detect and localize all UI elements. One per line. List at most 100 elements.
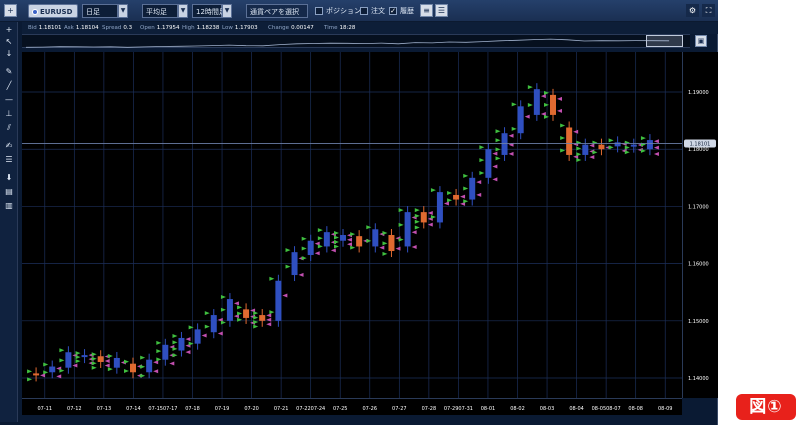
candle: [598, 144, 605, 150]
symbol-selector[interactable]: EURUSD: [28, 4, 78, 18]
sell-marker: [540, 94, 546, 99]
buy-marker: [75, 355, 81, 360]
chevron-down-icon[interactable]: ▼: [222, 4, 232, 18]
order-checkbox[interactable]: [360, 7, 368, 15]
candle: [356, 236, 363, 247]
buy-marker: [576, 146, 582, 151]
x-tick-label: 07-21: [274, 406, 289, 412]
buy-marker: [382, 231, 388, 236]
buy-marker: [59, 348, 65, 353]
navigator-window-handle[interactable]: [646, 35, 683, 47]
buy-marker: [253, 315, 259, 320]
candle: [146, 359, 153, 373]
buy-marker: [350, 245, 356, 250]
buy-marker: [285, 264, 291, 269]
sell-marker: [573, 129, 579, 134]
chart-svg: [22, 52, 682, 398]
buy-marker: [172, 333, 178, 338]
position-checkbox[interactable]: [315, 7, 323, 15]
buy-marker: [140, 355, 146, 360]
sell-marker: [653, 152, 659, 157]
hline-icon[interactable]: —: [2, 94, 16, 106]
sell-marker: [492, 151, 498, 156]
y-tick-label: 1.17000: [688, 204, 709, 210]
current-price-label: 1.18101: [690, 141, 711, 147]
buy-marker: [447, 190, 453, 195]
candle: [162, 344, 169, 360]
buy-marker: [317, 228, 323, 233]
expand-icon[interactable]: ⛶: [702, 4, 715, 17]
x-tick-label: 08-04: [569, 406, 584, 412]
x-tick-label: 08-09: [658, 406, 673, 412]
history-checkbox[interactable]: ✓: [389, 7, 397, 15]
crosshair-icon[interactable]: ↓: [2, 48, 16, 60]
menu-icon[interactable]: +: [4, 4, 17, 17]
chart-icon[interactable]: ≡: [420, 4, 433, 17]
candle: [630, 144, 637, 147]
candle: [469, 177, 476, 200]
buy-marker: [463, 186, 469, 191]
buy-marker: [495, 129, 501, 134]
anchor-icon[interactable]: ⊥: [2, 108, 16, 120]
mode-select[interactable]: 平均足: [142, 4, 178, 18]
pair-select-button[interactable]: 通貨ペアを選択: [246, 4, 308, 18]
chart-plot-area[interactable]: [22, 52, 682, 398]
buy-marker: [576, 140, 582, 145]
sell-marker: [557, 108, 562, 113]
text-icon[interactable]: ✍: [2, 140, 16, 152]
x-tick-label: 08-08: [628, 406, 643, 412]
candle: [340, 235, 346, 241]
period-select[interactable]: 12時間足: [192, 4, 226, 18]
sell-marker: [492, 164, 498, 169]
add-icon[interactable]: +: [2, 24, 16, 36]
buy-marker: [59, 358, 65, 363]
symbol-label: EURUSD: [40, 8, 73, 16]
navigator-scroll-button[interactable]: ▣: [695, 35, 707, 47]
x-tick-label: 07-18: [185, 406, 200, 412]
drawing-toolbar: + ↖ ↓ ✎ ╱ — ⊥ ⫽ ✍ ☰ ⬇ ▤ ▥: [0, 22, 18, 422]
buy-marker: [350, 232, 356, 237]
buy-marker: [414, 208, 420, 213]
chart-navigator[interactable]: [22, 34, 690, 48]
buy-marker: [91, 356, 97, 361]
ask-label: Ask: [64, 25, 74, 31]
gear-icon[interactable]: ⚙: [686, 4, 699, 17]
sell-marker: [395, 246, 401, 251]
x-tick-label: 08-03: [540, 406, 555, 412]
y-tick-label: 1.18000: [688, 147, 709, 153]
spread-label: Spread: [102, 25, 122, 31]
download-icon[interactable]: ⬇: [2, 172, 16, 184]
cursor-icon[interactable]: ↖: [2, 36, 16, 48]
buy-marker: [624, 150, 630, 155]
buy-marker: [269, 276, 275, 281]
channel-icon[interactable]: ⫽: [2, 122, 16, 134]
timeframe-select[interactable]: 日足: [82, 4, 118, 18]
chevron-down-icon[interactable]: ▼: [178, 4, 188, 18]
buy-marker: [479, 158, 485, 163]
candle: [275, 280, 282, 321]
high-info: High 1.18238: [182, 22, 219, 34]
buy-marker: [43, 362, 49, 367]
candle: [453, 194, 460, 200]
buy-marker: [156, 357, 162, 362]
pen-icon[interactable]: ✎: [2, 66, 16, 78]
sell-marker: [266, 322, 272, 327]
candle: [517, 106, 524, 134]
flag-icon: [32, 9, 38, 15]
sell-marker: [298, 272, 304, 277]
x-tick-label: 07-1507-17: [148, 406, 177, 412]
window-icon[interactable]: ☰: [435, 4, 448, 17]
candle: [501, 133, 508, 155]
trash-icon[interactable]: ▥: [2, 200, 16, 212]
y-tick-label: 1.16000: [688, 262, 709, 268]
chevron-down-icon[interactable]: ▼: [118, 4, 128, 18]
list-icon[interactable]: ☰: [2, 154, 16, 166]
buy-marker: [511, 102, 517, 107]
buy-marker: [91, 361, 97, 366]
candle: [566, 127, 573, 155]
trendline-icon[interactable]: ╱: [2, 80, 16, 92]
candle: [194, 329, 201, 344]
table-icon[interactable]: ▤: [2, 186, 16, 198]
buy-marker: [334, 239, 339, 244]
buy-marker: [269, 310, 275, 315]
